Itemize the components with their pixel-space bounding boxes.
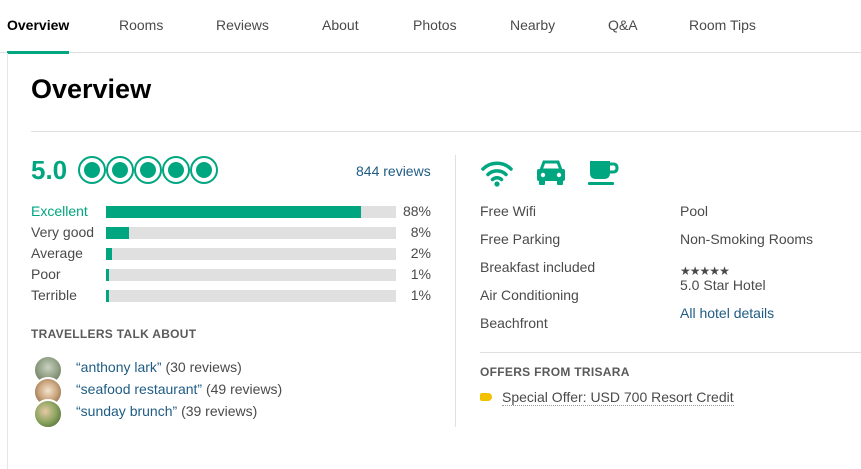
rating-bubble-icon — [190, 156, 218, 184]
tab-nearby[interactable]: Nearby — [510, 0, 555, 53]
topic-count: (49 reviews) — [205, 381, 283, 397]
rating-bar-track — [106, 227, 396, 239]
tab-photos[interactable]: Photos — [413, 0, 457, 53]
rating-bar-fill — [106, 269, 109, 281]
rating-label: Poor — [31, 266, 61, 282]
tag-icon — [480, 393, 492, 402]
amenity-item: Beachfront — [480, 315, 548, 331]
rating-label: Excellent — [31, 203, 88, 219]
rating-bar-track — [106, 269, 396, 281]
tab-bar: Overview Rooms Reviews About Photos Near… — [0, 0, 861, 54]
rating-percent: 8% — [410, 224, 431, 240]
amenity-item: Air Conditioning — [480, 287, 579, 303]
title-divider — [31, 131, 861, 132]
tab-reviews[interactable]: Reviews — [216, 0, 269, 53]
rating-bar-track — [106, 206, 396, 218]
topic-keyword: “sunday brunch” — [76, 403, 178, 419]
hotel-class-text: 5.0 Star Hotel — [680, 277, 766, 293]
rating-bar-fill — [106, 227, 129, 239]
rating-row-poor[interactable]: Poor 1% — [31, 266, 431, 286]
rating-label: Average — [31, 245, 83, 261]
rating-row-average[interactable]: Average 2% — [31, 245, 431, 265]
rating-percent: 1% — [410, 266, 431, 282]
all-hotel-details-link[interactable]: All hotel details — [680, 305, 774, 321]
amenity-item: Pool — [680, 203, 709, 219]
avatar — [33, 399, 63, 429]
amenity-item: Free Parking — [480, 231, 561, 247]
rating-percent: 1% — [410, 287, 431, 303]
rating-bubble-icon — [134, 156, 162, 184]
rating-bubble-icon — [78, 156, 106, 184]
wifi-icon — [481, 161, 513, 187]
tab-qa[interactable]: Q&A — [608, 0, 638, 53]
topic-count: (39 reviews) — [181, 403, 258, 419]
amenity-item: Breakfast included — [480, 259, 596, 275]
amenity-item: Free Wifi — [480, 203, 536, 219]
tab-rooms[interactable]: Rooms — [119, 0, 163, 53]
rating-bar-track — [106, 290, 396, 302]
left-divider — [7, 53, 8, 469]
tab-overview[interactable]: Overview — [7, 0, 70, 54]
offers-heading: OFFERS FROM TRISARA — [480, 365, 630, 379]
special-offer[interactable]: Special Offer: USD 700 Resort Credit — [480, 389, 734, 406]
car-icon — [537, 160, 565, 185]
rating-bubble-icon — [162, 156, 190, 184]
rating-bar-fill — [106, 248, 112, 260]
rating-bar-fill — [106, 290, 109, 302]
travellers-heading: TRAVELLERS TALK ABOUT — [31, 327, 197, 341]
topic-keyword: “anthony lark” — [76, 359, 162, 375]
rating-percent: 88% — [402, 203, 431, 219]
review-count-link[interactable]: 844 reviews — [356, 163, 431, 179]
coffee-cup-icon — [588, 161, 619, 185]
rating-bar-track — [106, 248, 396, 260]
tab-about[interactable]: About — [322, 0, 359, 53]
rating-percent: 2% — [410, 245, 431, 261]
rating-label: Terrible — [31, 287, 77, 303]
rating-row-very-good[interactable]: Very good 8% — [31, 224, 431, 244]
topic-keyword: “seafood restaurant” — [76, 381, 203, 397]
rating-bubble-icon — [106, 156, 134, 184]
special-offer-text: Special Offer: USD 700 Resort Credit — [502, 389, 734, 406]
star-icon: ★ — [719, 264, 730, 278]
rating-bar-fill — [106, 206, 361, 218]
rating-row-excellent[interactable]: Excellent 88% — [31, 203, 431, 223]
column-divider — [455, 155, 456, 427]
rating-row-terrible[interactable]: Terrible 1% — [31, 287, 431, 307]
rating-label: Very good — [31, 224, 95, 240]
page-title: Overview — [31, 74, 152, 104]
topic-count: (30 reviews) — [165, 359, 242, 375]
offers-divider — [480, 352, 861, 353]
tab-room-tips[interactable]: Room Tips — [689, 0, 756, 53]
rating-score: 5.0 — [31, 155, 68, 185]
amenity-item: Non-Smoking Rooms — [680, 231, 814, 247]
